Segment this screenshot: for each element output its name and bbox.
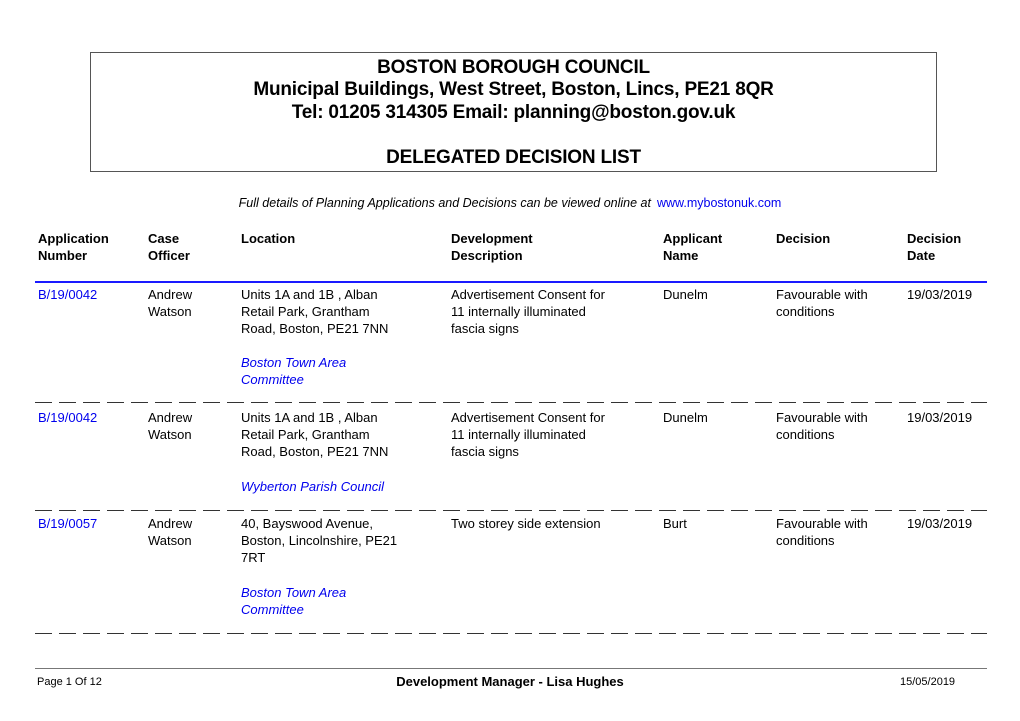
- text-line: Units 1A and 1B , Alban: [241, 410, 378, 425]
- text-line: fascia signs: [451, 321, 519, 336]
- col-header-line: Development: [451, 231, 533, 246]
- text-line: Favourable with: [776, 410, 868, 425]
- col-header-application-number: Application Number: [38, 230, 109, 264]
- header-box: BOSTON BOROUGH COUNCIL Municipal Buildin…: [90, 52, 937, 172]
- col-header-line: Location: [241, 231, 296, 246]
- text-line: Advertisement Consent for: [451, 410, 605, 425]
- text-line: Watson: [148, 304, 192, 319]
- decision: Favourable with conditions: [776, 409, 868, 443]
- text-line: Two storey side extension: [451, 516, 601, 531]
- text-line: fascia signs: [451, 444, 519, 459]
- header-rule: [35, 281, 987, 283]
- applicant-name: Dunelm: [663, 410, 708, 425]
- text-line: 11 internally illuminated: [451, 427, 586, 442]
- footer-date: 15/05/2019: [900, 676, 956, 688]
- application-number-link[interactable]: B/19/0042: [38, 409, 97, 426]
- committee: Wyberton Parish Council: [241, 478, 384, 495]
- col-header-line: Name: [663, 248, 699, 263]
- col-header-case-officer: Case Officer: [148, 230, 190, 264]
- website-link[interactable]: www.mybostonuk.com: [657, 196, 781, 210]
- development-description: Advertisement Consent for 11 internally …: [451, 409, 605, 460]
- text-line: Favourable with: [776, 516, 868, 531]
- text-line: Boston, Lincolnshire, PE21: [241, 533, 398, 548]
- case-officer: Andrew Watson: [148, 409, 192, 443]
- text-line: Favourable with: [776, 287, 868, 302]
- text-line: Andrew: [148, 516, 193, 531]
- text-line: 40, Bayswood Avenue,: [241, 516, 374, 531]
- org-contact: Tel: 01205 314305 Email: planning@boston…: [291, 102, 736, 123]
- org-address: Municipal Buildings, West Street, Boston…: [253, 79, 774, 100]
- text-line: Road, Boston, PE21 7NN: [241, 444, 389, 459]
- text-line: Retail Park, Grantham: [241, 304, 370, 319]
- text-line: 7RT: [241, 550, 266, 565]
- col-header-location: Location: [241, 230, 295, 247]
- location: 40, Bayswood Avenue, Boston, Lincolnshir…: [241, 515, 397, 566]
- text-line: conditions: [776, 427, 835, 442]
- col-header-line: Applicant: [663, 231, 723, 246]
- text-line: Boston Town Area: [241, 585, 347, 600]
- text-line: Watson: [148, 533, 192, 548]
- col-header-line: Number: [38, 248, 88, 263]
- text-line: Boston Town Area: [241, 355, 347, 370]
- col-header-decision-date: Decision Date: [907, 230, 961, 264]
- text-line: conditions: [776, 304, 835, 319]
- committee: Boston Town Area Committee: [241, 584, 346, 618]
- decision-date: 19/03/2019: [907, 410, 973, 425]
- location: Units 1A and 1B , Alban Retail Park, Gra…: [241, 286, 388, 337]
- document-title: DELEGATED DECISION LIST: [386, 147, 641, 168]
- applicant-name: Dunelm: [663, 287, 708, 302]
- text-line: Committee: [241, 372, 304, 387]
- location: Units 1A and 1B , Alban Retail Park, Gra…: [241, 409, 388, 460]
- row-divider: [35, 633, 987, 634]
- text-line: Units 1A and 1B , Alban: [241, 287, 378, 302]
- col-header-line: Date: [907, 248, 936, 263]
- org-name: BOSTON BOROUGH COUNCIL: [377, 57, 650, 78]
- row-divider: [35, 510, 987, 511]
- text-line: Committee: [241, 602, 304, 617]
- col-header-decision: Decision: [776, 230, 830, 247]
- footer-manager: Development Manager - Lisa Hughes: [396, 674, 624, 689]
- col-header-applicant-name: Applicant Name: [663, 230, 722, 264]
- text-line: Andrew: [148, 287, 193, 302]
- text-line: Advertisement Consent for: [451, 287, 605, 302]
- col-header-line: Description: [451, 248, 523, 263]
- text-line: Wyberton Parish Council: [241, 479, 385, 494]
- applicant-name: Burt: [663, 516, 687, 531]
- development-description: Advertisement Consent for 11 internally …: [451, 286, 605, 337]
- decision-date: 19/03/2019: [907, 287, 973, 302]
- decision: Favourable with conditions: [776, 515, 868, 549]
- row-divider: [35, 402, 987, 403]
- text-line: Road, Boston, PE21 7NN: [241, 321, 389, 336]
- col-header-line: Case: [148, 231, 180, 246]
- col-header-development-description: Development Description: [451, 230, 533, 264]
- col-header-line: Application: [38, 231, 109, 246]
- footer-rule: [35, 668, 987, 669]
- development-description: Two storey side extension: [451, 515, 601, 532]
- text-line: 11 internally illuminated: [451, 304, 586, 319]
- text-line: Andrew: [148, 410, 193, 425]
- committee: Boston Town Area Committee: [241, 354, 346, 388]
- text-line: Retail Park, Grantham: [241, 427, 370, 442]
- case-officer: Andrew Watson: [148, 515, 192, 549]
- application-number-link[interactable]: B/19/0057: [38, 515, 97, 532]
- application-number-link[interactable]: B/19/0042: [38, 286, 97, 303]
- col-header-line: Decision: [776, 231, 831, 246]
- online-note-text: Full details of Planning Applications an…: [238, 196, 651, 210]
- case-officer: Andrew Watson: [148, 286, 192, 320]
- col-header-line: Decision: [907, 231, 962, 246]
- text-line: Watson: [148, 427, 192, 442]
- decision-date: 19/03/2019: [907, 516, 973, 531]
- col-header-line: Officer: [148, 248, 190, 263]
- text-line: conditions: [776, 533, 835, 548]
- decision: Favourable with conditions: [776, 286, 868, 320]
- online-note: Full details of Planning Applications an…: [0, 196, 1020, 210]
